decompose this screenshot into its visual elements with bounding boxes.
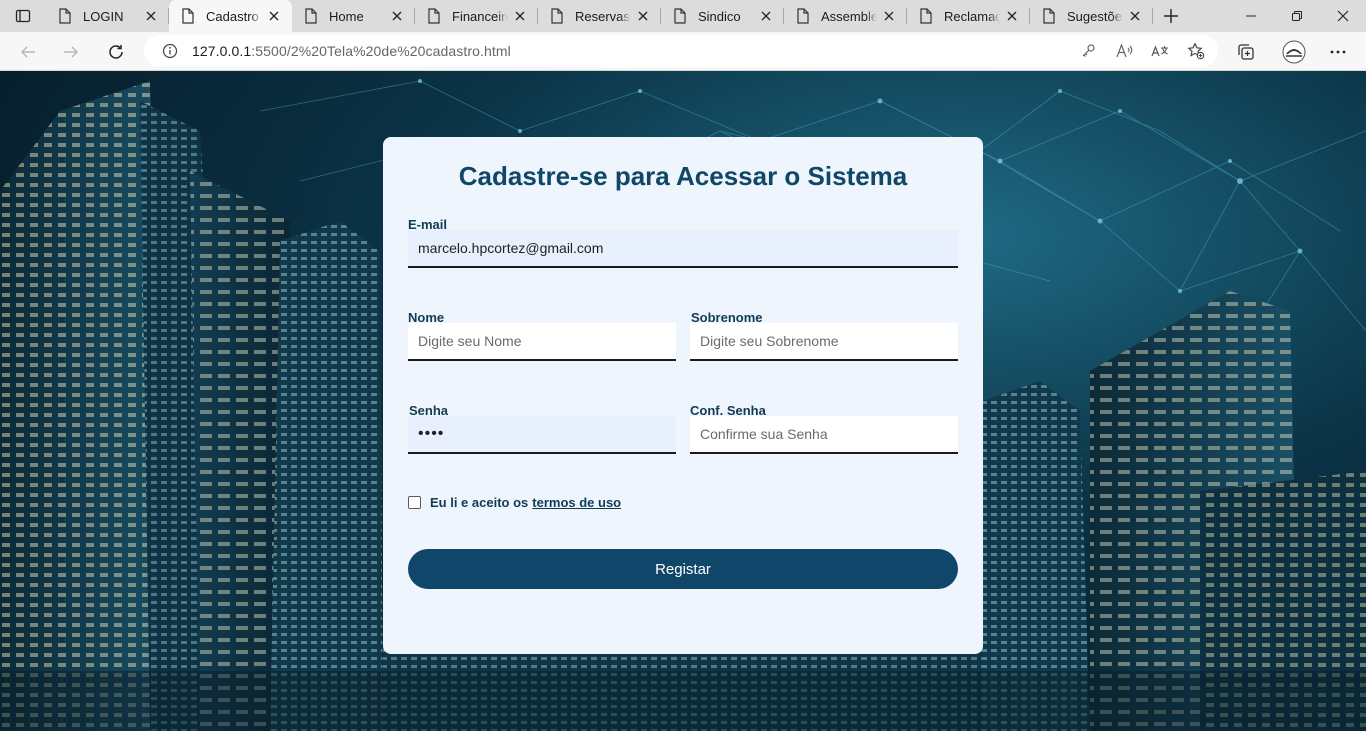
more-icon (1330, 50, 1346, 54)
minimize-button[interactable] (1228, 0, 1274, 32)
read-aloud-icon[interactable] (1114, 41, 1134, 61)
register-button[interactable]: Registar (408, 549, 958, 589)
signup-card: Cadastre-se para Acessar o Sistema E-mai… (383, 137, 983, 654)
back-arrow-icon (20, 46, 35, 58)
page-icon (427, 8, 441, 24)
tab-label: Financeiro (452, 8, 508, 24)
page-icon (58, 8, 72, 24)
page-title: Cadastre-se para Acessar o Sistema (458, 161, 908, 191)
senha-field[interactable]: •••• (408, 416, 676, 454)
close-tab-icon[interactable] (1004, 11, 1020, 21)
window-controls (1228, 0, 1366, 32)
page-icon (550, 8, 564, 24)
nome-field[interactable]: Digite seu Nome (408, 323, 676, 361)
email-value: marcelo.hpcortez@gmail.com (418, 240, 604, 256)
tab-label: Sindico (698, 8, 741, 24)
tab-label: Reservas (575, 8, 630, 24)
page-icon (919, 8, 933, 24)
refresh-button[interactable] (102, 38, 130, 66)
terms-row: Eu li e aceito os termos de uso (408, 495, 621, 510)
page-icon (181, 8, 195, 24)
collections-icon (1238, 44, 1254, 60)
sobrenome-placeholder: Digite seu Sobrenome (700, 333, 839, 349)
terms-checkbox[interactable] (408, 496, 421, 509)
forward-button[interactable] (57, 38, 85, 66)
conf-senha-field[interactable]: Confirme sua Senha (690, 416, 958, 454)
url-host: 127.0.0.1 (192, 43, 252, 59)
tab-actions-button[interactable] (0, 0, 46, 32)
tab-financeiro[interactable]: Financeiro (415, 0, 538, 32)
restore-button[interactable] (1274, 0, 1320, 32)
minimize-icon (1246, 15, 1256, 17)
tab-reservas[interactable]: Reservas (538, 0, 661, 32)
nome-placeholder: Digite seu Nome (418, 333, 522, 349)
tab-assembleia[interactable]: Assembleia (784, 0, 907, 32)
tab-label: Assembleia (821, 8, 877, 24)
email-field[interactable]: marcelo.hpcortez@gmail.com (408, 230, 958, 268)
close-tab-icon[interactable] (881, 11, 897, 21)
terms-text: Eu li e aceito os (430, 495, 529, 510)
close-tab-icon[interactable] (512, 11, 528, 21)
close-tab-icon[interactable] (758, 11, 774, 21)
tab-label: LOGIN (83, 8, 124, 24)
tab-login[interactable]: LOGIN (46, 0, 169, 32)
close-window-button[interactable] (1320, 0, 1366, 32)
close-tab-icon[interactable] (143, 11, 159, 21)
tab-label: Sugestões (1067, 8, 1123, 24)
settings-menu-button[interactable] (1325, 39, 1351, 65)
info-icon[interactable] (162, 43, 178, 59)
page-viewport: Cadastre-se para Acessar o Sistema E-mai… (0, 71, 1366, 731)
collections-button[interactable] (1233, 39, 1259, 65)
tab-strip: LOGIN Cadastro Home Financeiro Reservas … (0, 0, 1366, 32)
tab-label: Reclamações (944, 8, 1000, 24)
close-tab-icon[interactable] (635, 11, 651, 21)
close-icon (1337, 10, 1349, 22)
tab-home[interactable]: Home (292, 0, 415, 32)
profile-button[interactable] (1281, 39, 1307, 65)
refresh-icon (109, 45, 123, 59)
tab-sugestoes[interactable]: Sugestões (1030, 0, 1153, 32)
url-path: :5500/2%20Tela%20de%20cadastro.html (251, 43, 511, 59)
address-bar[interactable]: 127.0.0.1:5500/2%20Tela%20de%20cadastro.… (144, 35, 1218, 67)
add-favorite-icon[interactable] (1186, 41, 1206, 61)
restore-icon (1292, 11, 1302, 21)
new-tab-button[interactable] (1153, 0, 1189, 32)
tab-reclamacoes[interactable]: Reclamações (907, 0, 1030, 32)
terms-link[interactable]: termos de uso (532, 495, 621, 510)
tab-label: Home (329, 8, 364, 24)
conf-senha-placeholder: Confirme sua Senha (700, 426, 828, 442)
close-tab-icon[interactable] (266, 11, 282, 21)
tab-actions-icon (15, 9, 31, 23)
close-tab-icon[interactable] (1127, 11, 1143, 21)
tab-cadastro[interactable]: Cadastro (169, 0, 292, 32)
tab-sindico[interactable]: Sindico (661, 0, 784, 32)
password-key-icon[interactable] (1078, 41, 1098, 61)
forward-arrow-icon (64, 46, 79, 58)
sobrenome-field[interactable]: Digite seu Sobrenome (690, 323, 958, 361)
senha-value: •••• (418, 425, 445, 442)
close-tab-icon[interactable] (389, 11, 405, 21)
page-icon (673, 8, 687, 24)
page-icon (796, 8, 810, 24)
browser-toolbar: 127.0.0.1:5500/2%20Tela%20de%20cadastro.… (0, 32, 1366, 71)
back-button[interactable] (14, 38, 42, 66)
tab-label: Cadastro (206, 8, 259, 24)
url-text: 127.0.0.1:5500/2%20Tela%20de%20cadastro.… (192, 43, 511, 59)
address-bar-actions (1078, 41, 1206, 61)
translate-icon[interactable] (1150, 41, 1170, 61)
page-icon (304, 8, 318, 24)
plus-icon (1164, 9, 1178, 23)
page-icon (1042, 8, 1056, 24)
avatar (1282, 40, 1306, 64)
